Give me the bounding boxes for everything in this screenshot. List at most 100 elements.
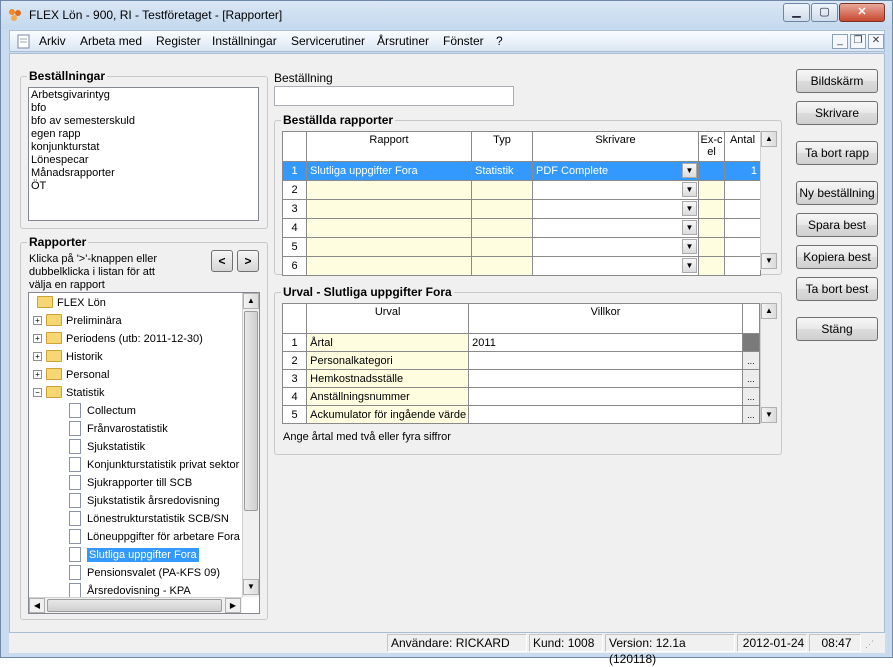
printer-select[interactable]: PDF Complete ▼	[534, 163, 698, 180]
scroll-left-icon[interactable]: ◀	[29, 598, 45, 613]
column-header-urval[interactable]: Urval	[306, 303, 470, 334]
resize-grip-icon[interactable]: ⋰	[865, 637, 881, 651]
rapport-cell[interactable]	[306, 256, 472, 276]
expand-icon[interactable]: +	[33, 351, 42, 361]
table-row[interactable]: 3 Hemkostnadsställe...	[281, 369, 761, 388]
table-row[interactable]: 3 ▼	[282, 199, 761, 219]
table-row[interactable]: 5 ▼	[282, 237, 761, 257]
villkor-cell[interactable]	[468, 369, 743, 388]
copy-order-button[interactable]: Kopiera best	[796, 245, 878, 269]
antal-cell[interactable]	[724, 237, 761, 257]
excel-cell[interactable]	[698, 256, 725, 276]
lookup-button[interactable]: ...	[741, 351, 761, 370]
scroll-thumb[interactable]	[244, 311, 258, 511]
tree-item[interactable]: Sjukstatistik årsredovisning	[69, 492, 220, 510]
scroll-up-icon[interactable]: ▲	[761, 303, 777, 319]
tree-item[interactable]: Sjukstatistik	[69, 438, 145, 456]
tree-item[interactable]: Löneuppgifter för arbetare Fora	[69, 528, 240, 546]
excel-cell[interactable]	[698, 237, 725, 257]
table-row[interactable]: 1 Slutliga uppgifter Fora Statistik PDF Com…	[282, 161, 761, 181]
previous-report-button[interactable]: <	[211, 250, 233, 272]
new-order-button[interactable]: Ny beställning	[796, 181, 878, 205]
menu-servicerutiner[interactable]: Servicerutiner	[291, 34, 365, 48]
excel-cell[interactable]	[698, 161, 725, 181]
selection-scrollbar[interactable]: ▲ ▼	[760, 303, 777, 424]
chevron-down-icon[interactable]: ▼	[682, 201, 697, 216]
rapport-cell[interactable]	[306, 199, 472, 219]
table-row[interactable]: 2 ▼	[282, 180, 761, 200]
rapport-cell[interactable]: Slutliga uppgifter Fora	[306, 161, 472, 181]
typ-cell[interactable]	[471, 180, 533, 200]
select-report-button[interactable]: >	[237, 250, 259, 272]
printer-select[interactable]: ▼	[534, 258, 698, 275]
tree-item[interactable]: Pensionsvalet (PA-KFS 09)	[69, 564, 220, 582]
tree-folder[interactable]: + Preliminära	[33, 312, 122, 330]
excel-cell[interactable]	[698, 218, 725, 238]
rapport-cell[interactable]	[306, 218, 472, 238]
list-item[interactable]: Lönespecar	[31, 154, 256, 167]
delete-order-button[interactable]: Ta bort best	[796, 277, 878, 301]
skrivare-cell[interactable]: ▼	[532, 256, 699, 276]
menu-register[interactable]: Register	[156, 34, 201, 48]
ordered-reports-scrollbar[interactable]: ▲ ▼	[760, 131, 777, 270]
mdi-minimize-icon[interactable]: _	[832, 34, 848, 49]
mdi-close-icon[interactable]: ✕	[868, 34, 884, 49]
column-header-excel[interactable]: Ex-cel	[698, 131, 725, 162]
list-item[interactable]: konjunkturstat	[31, 141, 256, 154]
skrivare-cell[interactable]: ▼	[532, 180, 699, 200]
antal-cell[interactable]	[724, 218, 761, 238]
skrivare-cell[interactable]: ▼	[532, 237, 699, 257]
tree-vertical-scrollbar[interactable]: ▲ ▼	[242, 293, 259, 597]
typ-cell[interactable]	[471, 199, 533, 219]
minimize-button[interactable]: ▁	[783, 3, 810, 22]
list-item[interactable]: bfo	[31, 102, 256, 115]
tree-folder[interactable]: − Statistik	[33, 384, 105, 402]
rapport-cell[interactable]	[306, 180, 472, 200]
lookup-button[interactable]: ...	[741, 369, 761, 388]
tree-folder[interactable]: + Historik	[33, 348, 103, 366]
hscroll-thumb[interactable]	[47, 599, 222, 612]
skrivare-cell[interactable]: ▼	[532, 218, 699, 238]
chevron-down-icon[interactable]: ▼	[682, 182, 697, 197]
antal-cell[interactable]	[724, 256, 761, 276]
expand-icon[interactable]: +	[33, 315, 42, 325]
tree-horizontal-scrollbar[interactable]: ◀ ▶	[29, 597, 242, 613]
lookup-button[interactable]: ...	[741, 405, 761, 424]
villkor-cell[interactable]	[468, 387, 743, 406]
antal-cell[interactable]: 1	[724, 161, 761, 181]
tree-item[interactable]: Konjunkturstatistik privat sektor	[69, 456, 239, 474]
column-header-typ[interactable]: Typ	[471, 131, 533, 162]
scroll-down-icon[interactable]: ▼	[243, 579, 259, 595]
chevron-down-icon[interactable]: ▼	[682, 239, 697, 254]
scroll-right-icon[interactable]: ▶	[225, 598, 241, 613]
menu-fonster[interactable]: Fönster	[443, 34, 484, 48]
tree-item[interactable]: Lönestrukturstatistik SCB/SN	[69, 510, 229, 528]
rapport-cell[interactable]	[306, 237, 472, 257]
tree-folder[interactable]: + Personal	[33, 366, 109, 384]
typ-cell[interactable]	[471, 256, 533, 276]
screen-button[interactable]: Bildskärm	[796, 69, 878, 93]
scroll-down-icon[interactable]: ▼	[761, 407, 777, 423]
maximize-button[interactable]: ▢	[811, 3, 838, 22]
villkor-cell[interactable]	[468, 351, 743, 370]
printer-button[interactable]: Skrivare	[796, 101, 878, 125]
column-header-rapport[interactable]: Rapport	[306, 131, 472, 162]
list-item[interactable]: egen rapp	[31, 128, 256, 141]
chevron-down-icon[interactable]: ▼	[682, 220, 697, 235]
list-item[interactable]: bfo av semesterskuld	[31, 115, 256, 128]
tree-item[interactable]: Frånvarostatistik	[69, 420, 168, 438]
scroll-up-icon[interactable]: ▲	[243, 293, 259, 309]
table-row[interactable]: 6 ▼	[282, 256, 761, 276]
menu-arkiv[interactable]: Arkiv	[39, 34, 66, 48]
column-header-antal[interactable]: Antal	[724, 131, 761, 162]
save-order-button[interactable]: Spara best	[796, 213, 878, 237]
expand-icon[interactable]: +	[33, 333, 42, 343]
tree-item[interactable]: Collectum	[69, 402, 136, 420]
expand-icon[interactable]: +	[33, 369, 42, 379]
mdi-restore-icon[interactable]: ❐	[850, 34, 866, 49]
typ-cell[interactable]: Statistik	[471, 161, 533, 181]
menu-arsrutiner[interactable]: Årsrutiner	[377, 34, 429, 48]
remove-report-button[interactable]: Ta bort rapp	[796, 141, 878, 165]
collapse-icon[interactable]: −	[33, 387, 42, 397]
list-item[interactable]: Arbetsgivarintyg	[31, 89, 256, 102]
